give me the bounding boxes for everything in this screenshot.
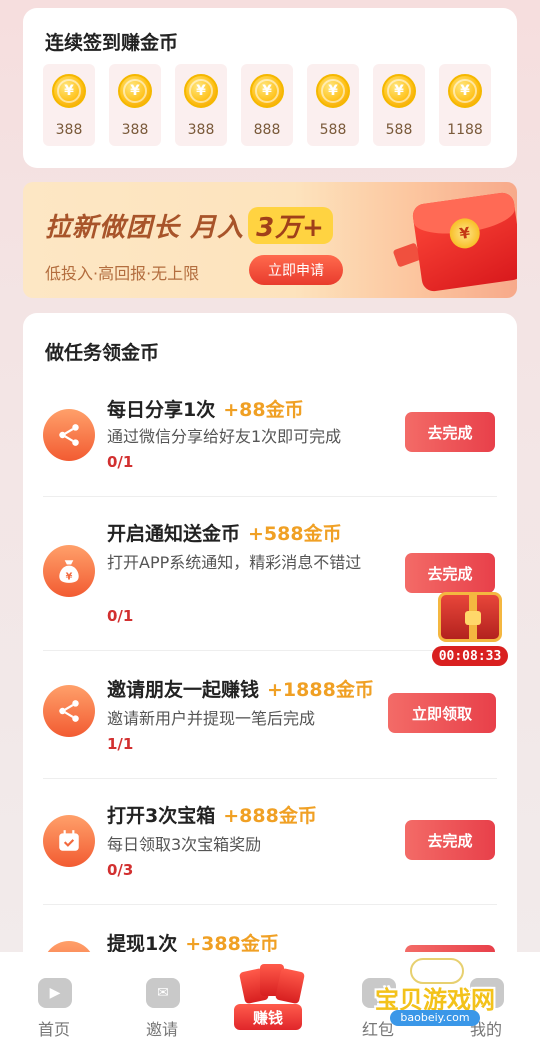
coin-icon: ¥ — [448, 74, 482, 108]
svg-text:¥: ¥ — [66, 572, 73, 583]
task-desc: 每日领取3次宝箱奖励 — [107, 835, 262, 854]
task-progress: 0/3 — [107, 861, 134, 879]
task-progress: 1/1 — [107, 735, 134, 753]
treasure-chest-widget[interactable]: 00:08:33 — [432, 588, 508, 668]
share-icon — [43, 685, 95, 737]
envelope-icon: ✉ — [146, 978, 180, 1008]
signin-day-6[interactable]: ¥588 — [373, 64, 425, 146]
nav-label: 赚钱 — [234, 1004, 302, 1030]
coin-icon: ¥ — [52, 74, 86, 108]
task-progress: 0/1 — [107, 453, 134, 471]
task-section-title: 做任务领金币 — [45, 342, 160, 364]
task-progress: 0/1 — [107, 607, 134, 625]
signin-day-1[interactable]: ¥388 — [43, 64, 95, 146]
signin-day-amount: 388 — [121, 122, 149, 138]
task-name: 每日分享1次 +88金币 — [107, 399, 304, 421]
signin-day-2[interactable]: ¥388 — [109, 64, 161, 146]
signin-day-amount: 588 — [385, 122, 413, 138]
coin-icon: ¥ — [382, 74, 416, 108]
red-packet-icon: ¥ — [411, 191, 517, 293]
task-row: 打开3次宝箱 +888金币 每日领取3次宝箱奖励 0/3 去完成 — [23, 779, 517, 905]
treasure-chest-icon — [438, 592, 502, 642]
coin-icon: ¥ — [250, 74, 284, 108]
coin-icon: ¥ — [184, 74, 218, 108]
banner-title-highlight: 3万+ — [248, 207, 333, 244]
team-leader-banner[interactable]: 拉新做团长 月入 3万+ 低投入·高回报·无上限 立即申请 ¥ — [23, 182, 517, 298]
nav-item-earn[interactable]: 赚钱 — [220, 952, 320, 1045]
nav-item-home[interactable]: ▶ 首页 — [4, 952, 104, 1045]
play-icon: ▶ — [38, 978, 72, 1008]
coin-icon: ¥ — [118, 74, 152, 108]
signin-day-amount: 388 — [55, 122, 83, 138]
share-icon — [43, 409, 95, 461]
task-reward: +1888金币 — [267, 679, 374, 701]
signin-day-7[interactable]: ¥1188 — [439, 64, 491, 146]
task-complete-button[interactable]: 去完成 — [405, 412, 495, 452]
task-name: 打开3次宝箱 +888金币 — [107, 805, 317, 827]
signin-card: 连续签到赚金币 ¥388 ¥388 ¥388 ¥888 ¥588 ¥588 ¥1… — [23, 8, 517, 168]
calendar-check-icon — [43, 815, 95, 867]
task-complete-button[interactable]: 去完成 — [405, 820, 495, 860]
signin-day-5[interactable]: ¥588 — [307, 64, 359, 146]
coin-icon: ¥ — [316, 74, 350, 108]
task-row: 每日分享1次 +88金币 通过微信分享给好友1次即可完成 0/1 去完成 — [23, 377, 517, 497]
task-row: 邀请朋友一起赚钱 +1888金币 邀请新用户并提现一笔后完成 1/1 立即领取 — [23, 651, 517, 779]
task-reward: +88金币 — [223, 399, 304, 421]
signin-day-list: ¥388 ¥388 ¥388 ¥888 ¥588 ¥588 ¥1188 — [43, 64, 491, 146]
task-desc: 邀请新用户并提现一笔后完成 — [107, 709, 316, 728]
task-name: 开启通知送金币 +588金币 — [107, 523, 342, 545]
task-desc: 打开APP系统通知，精彩消息不错过 — [107, 553, 362, 572]
task-reward: +588金币 — [248, 523, 342, 545]
claim-now-button[interactable]: 立即领取 — [388, 693, 496, 733]
banner-title-main: 拉新做团长 月入 — [45, 213, 245, 243]
money-bag-icon: ¥ — [43, 545, 95, 597]
task-name: 邀请朋友一起赚钱 +1888金币 — [107, 679, 374, 701]
task-desc: 通过微信分享给好友1次即可完成 — [107, 427, 342, 446]
signin-day-amount: 1188 — [447, 122, 483, 138]
watermark: 宝贝游戏网 baobeiy.com — [360, 958, 510, 1026]
banner-title: 拉新做团长 月入 3万+ — [45, 207, 333, 244]
signin-day-amount: 588 — [319, 122, 347, 138]
signin-day-amount: 888 — [253, 122, 281, 138]
signin-day-3[interactable]: ¥388 — [175, 64, 227, 146]
watermark-url: baobeiy.com — [390, 1010, 480, 1026]
signin-title: 连续签到赚金币 — [45, 32, 179, 54]
signin-day-amount: 388 — [187, 122, 215, 138]
task-reward: +888金币 — [223, 805, 317, 827]
nav-item-invite[interactable]: ✉ 邀请 — [112, 952, 212, 1045]
apply-now-button[interactable]: 立即申请 — [249, 255, 343, 285]
task-complete-button[interactable]: 去完成 — [405, 553, 495, 593]
signin-day-4[interactable]: ¥888 — [241, 64, 293, 146]
chest-countdown: 00:08:33 — [432, 646, 508, 666]
banner-subtitle: 低投入·高回报·无上限 — [45, 264, 200, 283]
nav-label: 邀请 — [145, 1020, 178, 1039]
nav-label: 首页 — [37, 1020, 70, 1039]
